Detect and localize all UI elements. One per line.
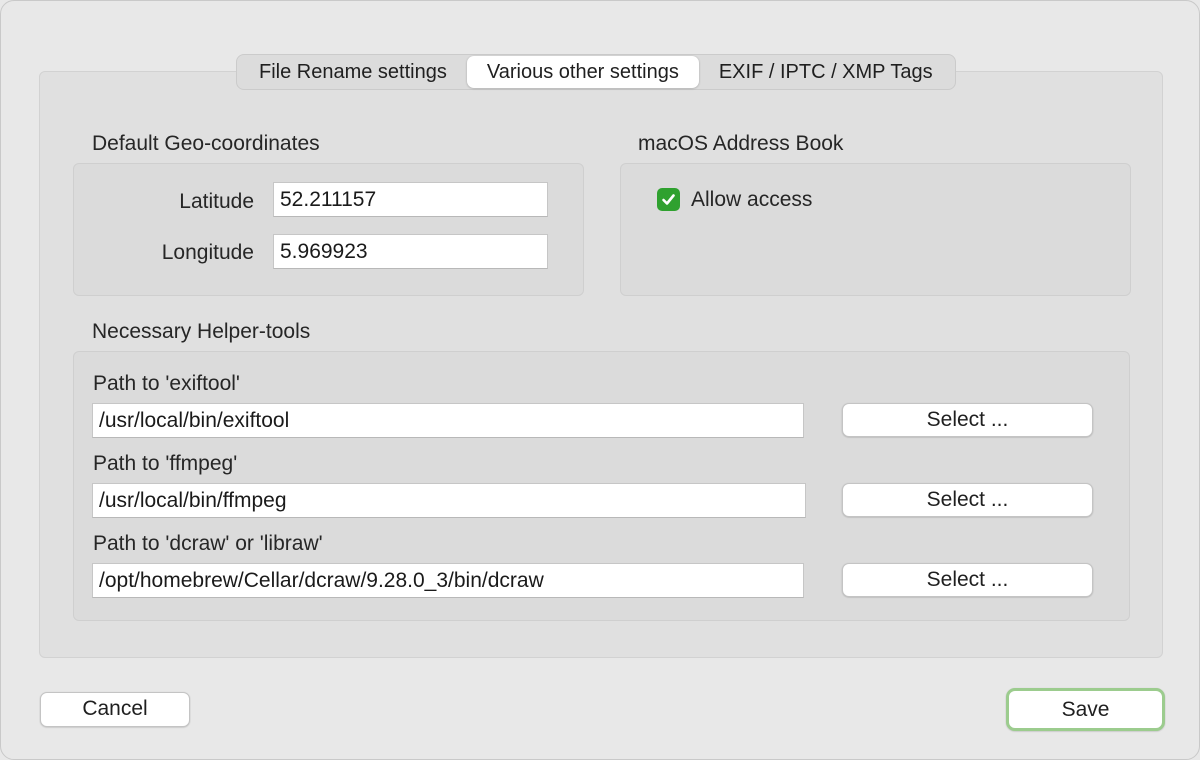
helpers-section-title: Necessary Helper-tools bbox=[92, 320, 311, 343]
dcraw-path-field[interactable]: /opt/homebrew/Cellar/dcraw/9.28.0_3/bin/… bbox=[92, 563, 804, 598]
geo-section-title: Default Geo-coordinates bbox=[92, 132, 320, 155]
tab-exif-iptc-xmp-tags[interactable]: EXIF / IPTC / XMP Tags bbox=[699, 56, 953, 88]
allow-access-checkbox[interactable] bbox=[657, 188, 680, 211]
longitude-field[interactable]: 5.969923 bbox=[273, 234, 548, 269]
cancel-button[interactable]: Cancel bbox=[40, 692, 190, 727]
tab-various-other-settings[interactable]: Various other settings bbox=[466, 56, 699, 88]
longitude-label: Longitude bbox=[161, 241, 254, 264]
settings-dialog: File Rename settings Various other setti… bbox=[0, 0, 1200, 760]
latitude-label: Latitude bbox=[179, 190, 254, 213]
select-exiftool-button[interactable]: Select ... bbox=[842, 403, 1093, 437]
select-dcraw-button[interactable]: Select ... bbox=[842, 563, 1093, 597]
tab-file-rename-settings[interactable]: File Rename settings bbox=[239, 56, 467, 88]
allow-access-label: Allow access bbox=[691, 188, 813, 211]
addressbook-group-box bbox=[620, 163, 1131, 296]
checkmark-icon bbox=[662, 194, 675, 205]
tab-bar: File Rename settings Various other setti… bbox=[236, 54, 956, 90]
exiftool-path-field[interactable]: /usr/local/bin/exiftool bbox=[92, 403, 804, 438]
select-ffmpeg-button[interactable]: Select ... bbox=[842, 483, 1093, 517]
ffmpeg-path-label: Path to 'ffmpeg' bbox=[93, 452, 238, 475]
exiftool-path-label: Path to 'exiftool' bbox=[93, 372, 240, 395]
ffmpeg-path-field[interactable]: /usr/local/bin/ffmpeg bbox=[92, 483, 806, 518]
addressbook-section-title: macOS Address Book bbox=[638, 132, 844, 155]
save-button[interactable]: Save bbox=[1006, 688, 1165, 731]
latitude-field[interactable]: 52.211157 bbox=[273, 182, 548, 217]
dcraw-path-label: Path to 'dcraw' or 'libraw' bbox=[93, 532, 323, 555]
